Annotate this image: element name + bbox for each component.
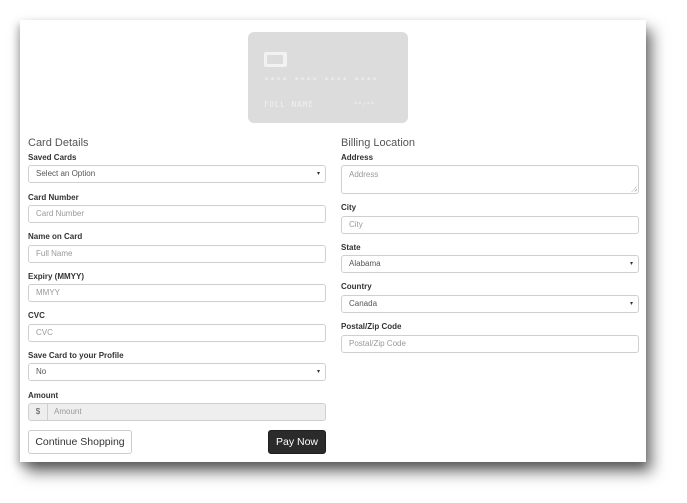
saved-cards-select[interactable]: Select an Option ▾: [28, 165, 326, 183]
city-label: City: [341, 203, 357, 212]
address-label: Address: [341, 153, 374, 162]
card-number-input[interactable]: Card Number: [28, 205, 326, 223]
save-card-field: Save Card to your Profile No ▾: [28, 351, 326, 381]
pay-now-button[interactable]: Pay Now: [268, 430, 326, 454]
chevron-down-icon: ▾: [316, 171, 320, 177]
city-input[interactable]: City: [341, 216, 639, 234]
cvc-input[interactable]: CVC: [28, 324, 326, 342]
amount-field: Amount $ Amount: [28, 391, 326, 421]
state-label: State: [341, 243, 361, 252]
continue-shopping-button[interactable]: Continue Shopping: [28, 430, 132, 454]
save-card-value: No: [36, 367, 47, 376]
saved-cards-field: Saved Cards Select an Option ▾: [28, 153, 326, 183]
credit-card-preview: **** **** **** **** FULL NAME **/**: [248, 32, 408, 123]
state-value: Alabama: [349, 259, 381, 268]
amount-label: Amount: [28, 391, 59, 400]
billing-location-title: Billing Location: [341, 137, 415, 149]
expiry-input[interactable]: MMYY: [28, 284, 326, 302]
card-details-section: Card Details Saved Cards Select an Optio…: [28, 136, 326, 454]
expiry-field: Expiry (MMYY) MMYY: [28, 272, 326, 302]
card-chip-icon: [264, 52, 287, 67]
state-field: State Alabama ▾: [341, 243, 639, 273]
city-field: City City: [341, 203, 639, 234]
cvc-label: CVC: [28, 311, 45, 320]
address-field: Address Address: [341, 153, 639, 194]
postal-field: Postal/Zip Code Postal/Zip Code: [341, 322, 639, 353]
country-field: Country Canada ▾: [341, 282, 639, 313]
amount-input: Amount: [54, 407, 82, 416]
chevron-down-icon: ▾: [316, 369, 320, 375]
card-details-title: Card Details: [28, 137, 89, 149]
chevron-down-icon: ▾: [629, 261, 633, 267]
state-select[interactable]: Alabama ▾: [341, 255, 639, 273]
card-preview-expiry: **/**: [354, 101, 375, 108]
country-select[interactable]: Canada ▾: [341, 295, 639, 313]
card-number-label: Card Number: [28, 193, 79, 202]
billing-location-section: Billing Location Address Address City Ci…: [341, 136, 639, 353]
cvc-field: CVC CVC: [28, 311, 326, 342]
resize-handle-icon[interactable]: [631, 186, 637, 192]
amount-input-group: $ Amount: [28, 403, 326, 421]
address-textarea[interactable]: Address: [341, 165, 639, 194]
address-placeholder: Address: [349, 170, 379, 179]
country-value: Canada: [349, 299, 378, 308]
name-on-card-label: Name on Card: [28, 232, 83, 241]
saved-cards-value: Select an Option: [36, 169, 96, 178]
name-on-card-field: Name on Card Full Name: [28, 232, 326, 263]
postal-input[interactable]: Postal/Zip Code: [341, 335, 639, 353]
save-card-select[interactable]: No ▾: [28, 363, 326, 381]
country-label: Country: [341, 282, 372, 291]
payment-panel: **** **** **** **** FULL NAME **/** Card…: [20, 20, 646, 462]
card-preview-number: **** **** **** ****: [264, 76, 379, 85]
chevron-down-icon: ▾: [629, 301, 633, 307]
postal-label: Postal/Zip Code: [341, 322, 402, 331]
currency-addon: $: [29, 404, 48, 420]
expiry-label: Expiry (MMYY): [28, 272, 85, 281]
name-on-card-input[interactable]: Full Name: [28, 245, 326, 263]
card-preview-name: FULL NAME: [264, 100, 314, 109]
card-number-field: Card Number Card Number: [28, 193, 326, 223]
saved-cards-label: Saved Cards: [28, 153, 77, 162]
save-card-label: Save Card to your Profile: [28, 351, 124, 360]
